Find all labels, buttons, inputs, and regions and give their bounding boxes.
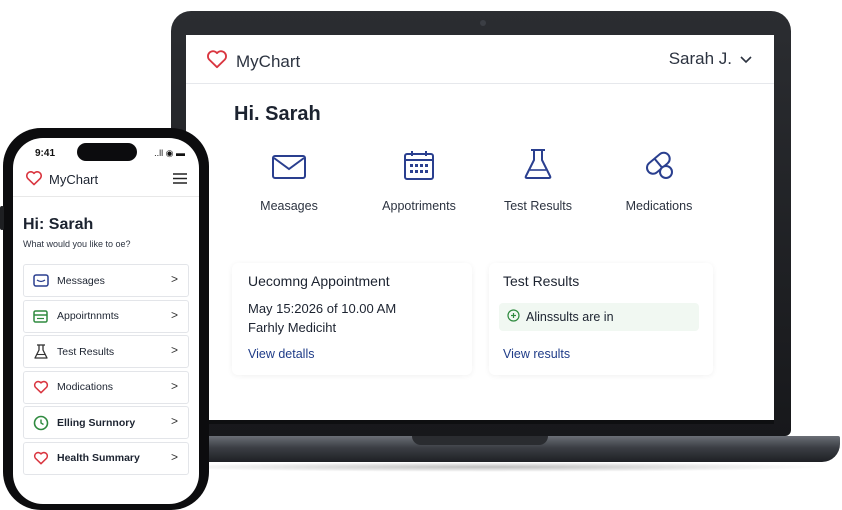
list-item-appointments[interactable]: Appoirtnnmts > bbox=[23, 299, 189, 333]
tile-medications[interactable]: Medications bbox=[599, 143, 719, 223]
tile-test-results[interactable]: Test Results bbox=[478, 143, 598, 223]
card-title: Test Results bbox=[503, 273, 580, 289]
hamburger-menu-icon[interactable] bbox=[173, 171, 187, 189]
appointment-date: May 15:2026 of 10.00 AM bbox=[248, 301, 397, 316]
list-item-label: Elling Surnnory bbox=[57, 416, 136, 429]
laptop-notch bbox=[412, 436, 548, 445]
chevron-down-icon bbox=[740, 49, 752, 69]
heart-logo-icon bbox=[25, 170, 43, 189]
list-item-label: Health Summary bbox=[57, 452, 140, 465]
test-results-card: Test Results Alinssults are in View resu… bbox=[489, 263, 713, 375]
chevron-right-icon: > bbox=[170, 449, 178, 464]
calendar-icon bbox=[359, 143, 479, 181]
tile-messages[interactable]: Measages bbox=[229, 143, 349, 223]
phone-app-header: MyChart bbox=[13, 166, 199, 197]
chevron-right-icon: > bbox=[170, 378, 178, 393]
clock: 9:41 bbox=[35, 148, 56, 159]
check-circle-icon bbox=[507, 309, 520, 325]
brand-logo[interactable]: MyChart bbox=[206, 49, 300, 74]
system-status-icons: ..ll ◉ ▬ bbox=[154, 148, 185, 158]
list-item-label: Messages bbox=[57, 274, 105, 287]
brand-logo[interactable]: MyChart bbox=[25, 170, 98, 189]
heart-logo-icon bbox=[206, 49, 228, 74]
chevron-right-icon: > bbox=[170, 307, 178, 322]
flask-icon bbox=[478, 143, 598, 181]
card-title: Uecomng Appointment bbox=[248, 273, 390, 289]
chevron-right-icon: > bbox=[170, 272, 178, 286]
phone-greeting: Hi: Sarah bbox=[23, 216, 94, 233]
app-name: MyChart bbox=[49, 172, 99, 187]
list-item-medications[interactable]: Modications > bbox=[23, 370, 189, 404]
tile-label: Medications bbox=[625, 199, 693, 213]
chevron-right-icon: > bbox=[170, 343, 178, 358]
pills-icon bbox=[599, 143, 719, 181]
heart-icon bbox=[32, 379, 49, 396]
tile-label: Measages bbox=[260, 199, 318, 213]
list-item-health-summary[interactable]: Health Summary > bbox=[23, 441, 189, 475]
user-menu[interactable]: Sarah J. bbox=[669, 49, 752, 69]
phone-subtitle: What would you like to oe? bbox=[23, 239, 131, 249]
list-item-label: Modications bbox=[57, 381, 114, 394]
list-item-test-results[interactable]: Test Results > bbox=[23, 335, 189, 369]
list-item-messages[interactable]: Messages > bbox=[23, 264, 189, 297]
laptop-shadow bbox=[150, 462, 830, 472]
clock-icon bbox=[32, 414, 49, 431]
results-status-text: Alinssults are in bbox=[526, 310, 614, 324]
list-item-billing-summary[interactable]: Elling Surnnory > bbox=[23, 406, 189, 440]
status-bar: 9:41 ..ll ◉ ▬ bbox=[13, 138, 199, 166]
view-details-link[interactable]: View detalls bbox=[248, 347, 314, 361]
list-item-label: Test Results bbox=[57, 345, 115, 358]
page-greeting: Hi. Sarah bbox=[234, 103, 321, 125]
results-status: Alinssults are in bbox=[499, 303, 699, 331]
card-icon bbox=[32, 308, 49, 325]
envelope-icon bbox=[32, 272, 49, 289]
phone-side-button bbox=[0, 206, 4, 230]
upcoming-appointment-card: Uecomng Appointment May 15:2026 of 10.00… bbox=[232, 263, 472, 375]
flask-icon bbox=[32, 343, 49, 360]
user-name: Sarah J. bbox=[668, 49, 732, 68]
appointment-department: Farhly Mediciht bbox=[248, 320, 337, 335]
phone-menu-list: Messages > Appoirtnnmts > Test Results >… bbox=[23, 264, 189, 478]
laptop-camera bbox=[480, 20, 486, 26]
envelope-icon bbox=[229, 143, 349, 181]
list-item-label: Appoirtnnmts bbox=[57, 310, 119, 323]
tile-label: Test Results bbox=[503, 199, 573, 213]
heart-icon bbox=[32, 450, 49, 467]
view-results-link[interactable]: View results bbox=[503, 347, 570, 361]
quick-actions: Measages Appotriments Test Results Medic… bbox=[226, 143, 746, 223]
dynamic-island bbox=[77, 143, 137, 161]
tile-appointments[interactable]: Appotriments bbox=[359, 143, 479, 223]
phone-screen: 9:41 ..ll ◉ ▬ MyChart Hi: Sarah What wou… bbox=[13, 138, 199, 504]
chevron-right-icon: > bbox=[170, 414, 178, 429]
app-header: MyChart Sarah J. bbox=[186, 35, 774, 84]
laptop-screen: MyChart Sarah J. Hi. Sarah Measages Appo… bbox=[186, 35, 774, 420]
app-name: MyChart bbox=[236, 51, 301, 71]
tile-label: Appotriments bbox=[382, 199, 456, 213]
